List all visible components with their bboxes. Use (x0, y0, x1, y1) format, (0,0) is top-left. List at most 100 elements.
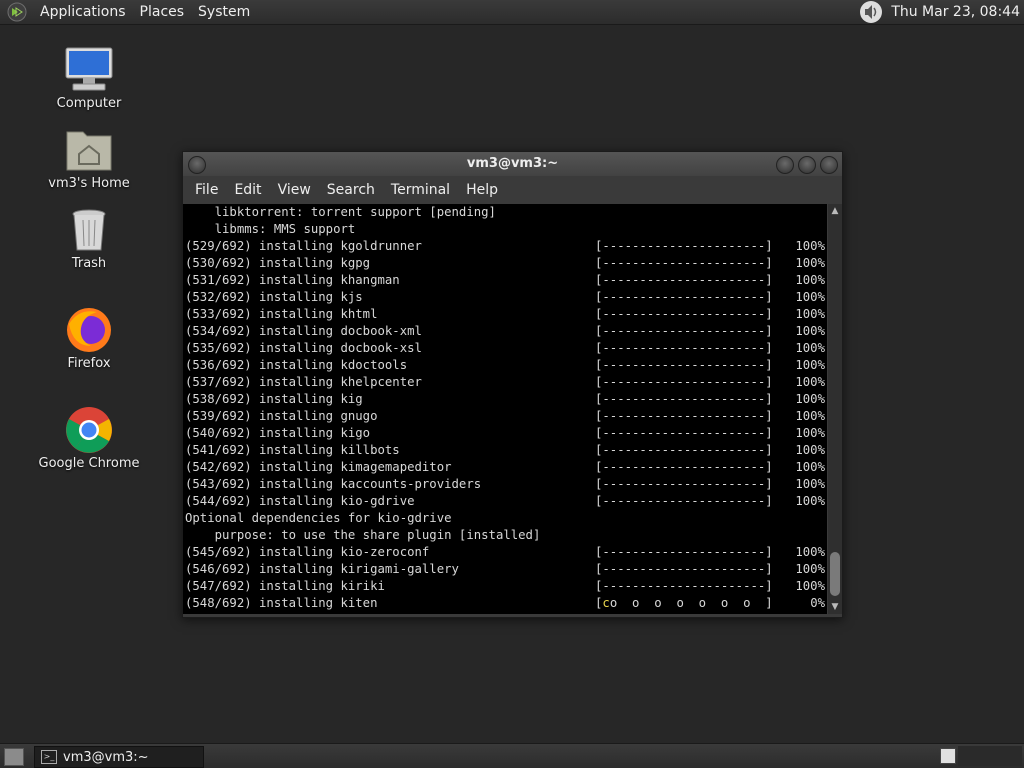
progress-percent: 100% (795, 290, 825, 304)
terminal-line: (546/692) installing kirigami-gallery [--… (185, 561, 827, 578)
terminal-icon: >_ (41, 750, 57, 764)
terminal-line: (532/692) installing kjs [---------------… (185, 289, 827, 306)
terminal-line: (534/692) installing docbook-xml [-------… (185, 323, 827, 340)
minimize-button[interactable] (776, 156, 794, 174)
terminal-line: libmms: MMS support (185, 221, 827, 238)
terminal-line-text: (542/692) installing kimagemapeditor (185, 460, 452, 474)
volume-icon[interactable] (859, 0, 883, 24)
terminal-line: (541/692) installing killbots [----------… (185, 442, 827, 459)
progress-bar-track: [----------------------] (595, 375, 773, 389)
progress-percent: 100% (795, 562, 825, 576)
menu-file[interactable]: File (187, 182, 226, 198)
desktop-icon-home[interactable]: vm3's Home (29, 126, 149, 191)
show-desktop-icon[interactable] (4, 748, 24, 766)
progress-percent: 100% (795, 256, 825, 270)
progress-bar-track: [----------------------] (595, 579, 773, 593)
terminal-line: (530/692) installing kgpg [--------------… (185, 255, 827, 272)
terminal-scrollbar[interactable]: ▲ ▼ (828, 204, 842, 614)
terminal-output[interactable]: libktorrent: torrent support [pending] l… (183, 204, 827, 614)
scroll-down-arrow-icon[interactable]: ▼ (828, 600, 842, 614)
progress-percent: 100% (795, 460, 825, 474)
terminal-line-text: Optional dependencies for kio-gdrive (185, 511, 452, 525)
terminal-line: (536/692) installing kdoctools [---------… (185, 357, 827, 374)
system-menu[interactable]: System (191, 4, 257, 20)
progress-bar: [----------------------] (595, 255, 773, 272)
progress-bar-track: [----------------------] (595, 477, 773, 491)
terminal-line-text: (532/692) installing kjs (185, 290, 363, 304)
terminal-line: libktorrent: torrent support [pending] (185, 204, 827, 221)
window-menu-button[interactable] (188, 156, 206, 174)
progress-bar: [----------------------] (595, 425, 773, 442)
progress-percent: 100% (795, 375, 825, 389)
scroll-up-arrow-icon[interactable]: ▲ (828, 204, 842, 218)
terminal-line: (540/692) installing kigo [--------------… (185, 425, 827, 442)
taskbar-item-label: vm3@vm3:~ (63, 749, 149, 765)
title-bar[interactable]: vm3@vm3:~ (183, 152, 842, 176)
desktop-icon-firefox[interactable]: Firefox (29, 306, 149, 371)
progress-bar-track: [----------------------] (595, 307, 773, 321)
menu-view[interactable]: View (270, 182, 319, 198)
terminal-line-text: (540/692) installing kigo (185, 426, 371, 440)
taskbar-item-terminal[interactable]: >_ vm3@vm3:~ (34, 746, 204, 768)
progress-bar-track: [----------------------] (595, 460, 773, 474)
desktop-icon-chrome[interactable]: Google Chrome (29, 406, 149, 471)
progress-bar-track: [----------------------] (595, 392, 773, 406)
applications-menu[interactable]: Applications (33, 4, 133, 20)
progress-bar: [----------------------] (595, 561, 773, 578)
terminal-line-text: libmms: MMS support (185, 222, 356, 236)
progress-bar-track: [----------------------] (595, 256, 773, 270)
menu-edit[interactable]: Edit (226, 182, 269, 198)
progress-bar: [----------------------] (595, 544, 773, 561)
terminal-line-text: (537/692) installing khelpcenter (185, 375, 422, 389)
close-button[interactable] (820, 156, 838, 174)
progress-bar: [----------------------] (595, 459, 773, 476)
desktop-icon-trash[interactable]: Trash (29, 206, 149, 271)
menu-help[interactable]: Help (458, 182, 506, 198)
terminal-line: (548/692) installing kiten [co o o o o o … (185, 595, 827, 612)
desktop-icon-label: Trash (71, 256, 107, 271)
terminal-line-text: (548/692) installing kiten (185, 596, 378, 610)
terminal-line-text: purpose: to use the share plugin [instal… (185, 528, 541, 542)
progress-bar: [----------------------] (595, 578, 773, 595)
progress-percent: 0% (810, 596, 825, 610)
distro-logo-icon[interactable] (7, 2, 27, 22)
places-menu[interactable]: Places (133, 4, 192, 20)
progress-bar-track: [----------------------] (595, 239, 773, 253)
terminal-line: (543/692) installing kaccounts-providers… (185, 476, 827, 493)
terminal-line-text: (538/692) installing kig (185, 392, 363, 406)
progress-percent: 100% (795, 477, 825, 491)
progress-bar-track: [----------------------] (595, 494, 773, 508)
progress-bar-track: [----------------------] (595, 290, 773, 304)
menu-terminal[interactable]: Terminal (383, 182, 458, 198)
terminal-line-text: libktorrent: torrent support [pending] (185, 205, 496, 219)
terminal-line-text: (533/692) installing khtml (185, 307, 378, 321)
terminal-line-text: (536/692) installing kdoctools (185, 358, 408, 372)
progress-bar: [----------------------] (595, 493, 773, 510)
terminal-line-text: (544/692) installing kio-gdrive (185, 494, 415, 508)
terminal-line: (531/692) installing khangman [----------… (185, 272, 827, 289)
menu-search[interactable]: Search (319, 182, 383, 198)
progress-bar-track: [----------------------] (595, 562, 773, 576)
terminal-window: vm3@vm3:~ File Edit View Search Terminal… (182, 151, 843, 618)
progress-percent: 100% (795, 273, 825, 287)
scroll-thumb[interactable] (830, 552, 840, 596)
progress-bar: [----------------------] (595, 408, 773, 425)
maximize-button[interactable] (798, 156, 816, 174)
terminal-line-text: (546/692) installing kirigami-gallery (185, 562, 459, 576)
home-folder-icon (66, 131, 112, 171)
desktop-icon-label: vm3's Home (48, 176, 130, 191)
terminal-line-text: (543/692) installing kaccounts-providers (185, 477, 482, 491)
terminal-line-text: (541/692) installing killbots (185, 443, 400, 457)
desktop-icon-computer[interactable]: Computer (29, 46, 149, 111)
terminal-line-text: (545/692) installing kio-zeroconf (185, 545, 430, 559)
window-title: vm3@vm3:~ (466, 156, 559, 171)
terminal-line: (535/692) installing docbook-xsl [-------… (185, 340, 827, 357)
progress-percent: 100% (795, 494, 825, 508)
terminal-line: (542/692) installing kimagemapeditor [---… (185, 459, 827, 476)
progress-bar: [----------------------] (595, 391, 773, 408)
clock[interactable]: Thu Mar 23, 08:44 (891, 4, 1020, 20)
terminal-line: Optional dependencies for kio-gdrive (185, 510, 827, 527)
progress-bar: [----------------------] (595, 340, 773, 357)
workspace-switcher[interactable] (940, 748, 956, 764)
progress-bar-track: [----------------------] (595, 426, 773, 440)
